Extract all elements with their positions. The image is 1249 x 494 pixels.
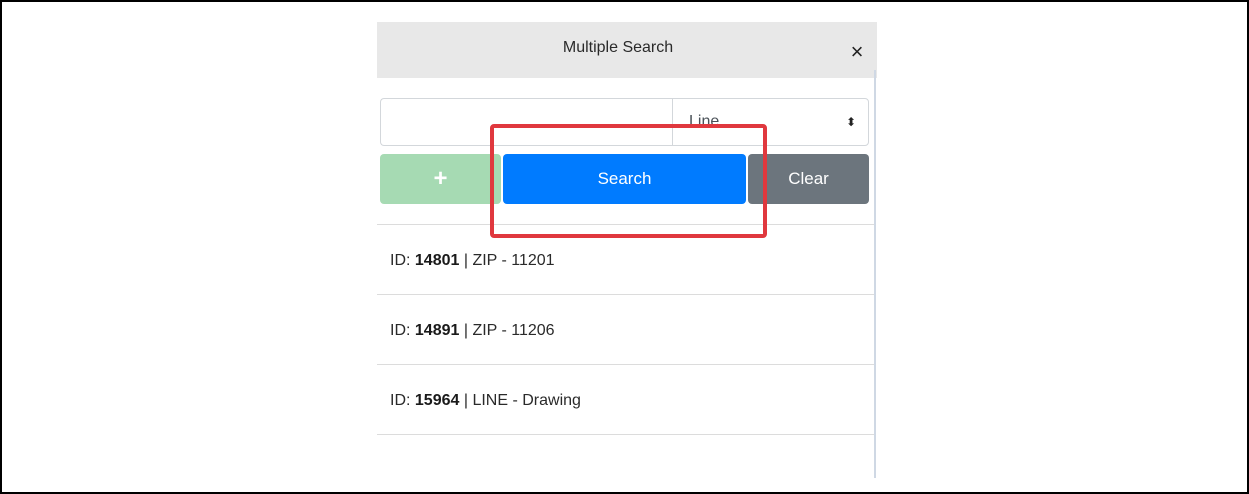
result-detail: ZIP - 11206 [472,322,555,339]
add-criteria-button[interactable]: + [380,154,501,204]
panel-title: Multiple Search [562,39,674,56]
close-icon[interactable]: × [845,38,869,66]
result-detail: LINE - Drawing [472,392,581,409]
list-item[interactable]: ID: 14801 | ZIP - 11201 [377,225,874,295]
result-id: 14801 [414,252,460,269]
result-id-prefix: ID: [390,392,415,409]
panel-border [874,70,876,478]
search-input[interactable] [380,98,672,146]
result-id: 14891 [414,322,460,339]
result-separator: | [459,322,473,339]
select-arrows-icon: ⬍ [845,115,856,129]
screenshot-frame: Multiple Search × Line ⬍ + Search Clear … [0,0,1249,494]
search-type-selected: Line [689,113,720,130]
result-detail: ZIP - 11201 [472,252,555,269]
list-item[interactable]: ID: 14891 | ZIP - 11206 [377,295,874,365]
clear-button[interactable]: Clear [748,154,869,204]
result-separator: | [459,252,473,269]
result-id: 15964 [414,392,460,409]
list-item[interactable]: ID: 15964 | LINE - Drawing [377,365,874,435]
result-id-prefix: ID: [390,322,415,339]
results-list: ID: 14801 | ZIP - 11201 ID: 14891 | ZIP … [377,224,874,435]
search-type-select[interactable]: Line ⬍ [672,98,869,146]
panel-header: Multiple Search × [377,22,877,78]
result-separator: | [459,392,473,409]
search-button[interactable]: Search [503,154,746,204]
result-id-prefix: ID: [390,252,415,269]
